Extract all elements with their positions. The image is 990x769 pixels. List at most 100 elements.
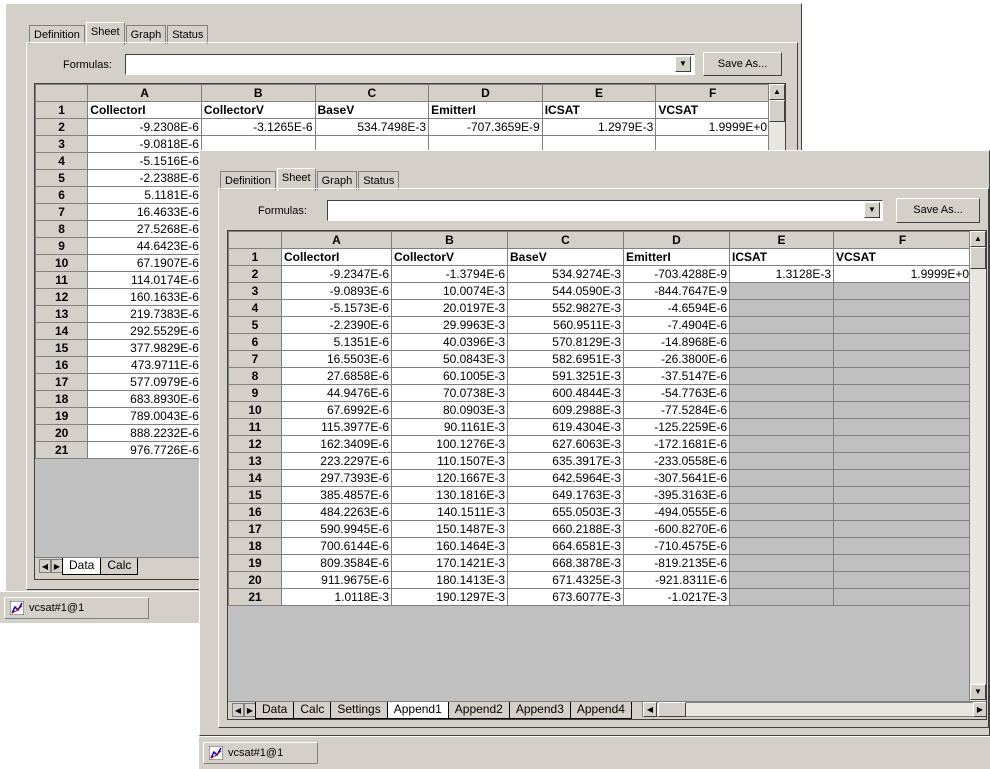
cell[interactable]: -3.1265E-6 [200,118,316,136]
cell[interactable] [729,316,834,334]
row-header[interactable]: 5 [228,316,282,334]
cell[interactable]: 162.3409E-6 [281,435,392,453]
cell[interactable]: -2.2390E-6 [281,316,392,334]
cell[interactable]: 544.0590E-3 [507,282,624,300]
scroll-thumb[interactable] [970,247,986,269]
cell[interactable] [729,571,834,589]
row-header[interactable]: 6 [35,186,89,204]
row-header[interactable]: 7 [228,350,282,368]
row-header[interactable]: 16 [35,356,89,374]
cell[interactable]: 5.1351E-6 [281,333,392,351]
cell[interactable]: 560.9511E-3 [507,316,624,334]
cell[interactable]: -600.8270E-6 [623,520,730,538]
cell[interactable]: 590.9945E-6 [281,520,392,538]
cell[interactable]: CollectorV [391,248,508,266]
row-header[interactable]: 5 [35,169,89,187]
cell[interactable]: 67.1907E-6 [87,254,202,272]
horizontal-scrollbar[interactable]: ◀ ▶ [641,702,986,717]
cell[interactable]: 44.9476E-6 [281,384,392,402]
cell[interactable]: 80.0903E-3 [391,401,508,419]
column-header[interactable]: C [507,231,624,249]
cell[interactable]: 100.1276E-3 [391,435,508,453]
row-header[interactable]: 17 [228,520,282,538]
column-header[interactable]: F [833,231,972,249]
cell[interactable]: 642.5964E-3 [507,469,624,487]
row-header[interactable]: 18 [35,390,89,408]
cell[interactable] [729,350,834,368]
sheet-tab-append4[interactable]: Append4 [569,702,632,719]
cell[interactable] [729,367,834,385]
column-header[interactable]: A [281,231,392,249]
cell[interactable]: 1.9999E+0 [655,118,770,136]
cell[interactable] [833,486,972,504]
row-header[interactable]: 10 [35,254,89,272]
row-header[interactable]: 9 [228,384,282,402]
cell[interactable]: 70.0738E-3 [391,384,508,402]
cell[interactable]: -14.8968E-6 [623,333,730,351]
row-header[interactable]: 6 [228,333,282,351]
row-header[interactable]: 7 [35,203,89,221]
column-header[interactable]: D [428,84,543,102]
sheet-tab-data[interactable]: Data [255,702,295,719]
scroll-up-button[interactable]: ▲ [970,231,986,247]
cell[interactable]: 577.0979E-6 [87,373,202,391]
cell[interactable]: 664.6581E-3 [507,537,624,555]
cell[interactable]: -707.3659E-9 [428,118,543,136]
row-header[interactable]: 1 [228,248,282,266]
taskbar-item-vcsat[interactable]: vcsat#1@1 [203,742,318,764]
cell[interactable]: 570.8129E-3 [507,333,624,351]
row-header[interactable]: 11 [228,418,282,436]
cell[interactable]: -819.2135E-6 [623,554,730,572]
cell[interactable]: 60.1005E-3 [391,367,508,385]
cell[interactable]: 27.5268E-6 [87,220,202,238]
scroll-thumb[interactable] [769,100,785,122]
front-vertical-scrollbar[interactable]: ▲ ▼ [969,231,986,701]
row-header[interactable]: 16 [228,503,282,521]
formulas-dropdown-button[interactable]: ▼ [864,202,880,218]
cell[interactable]: EmitterI [428,101,543,119]
cell[interactable]: 50.0843E-3 [391,350,508,368]
row-header[interactable]: 19 [35,407,89,425]
cell[interactable]: 534.7498E-3 [314,118,430,136]
cell[interactable] [833,588,972,606]
cell[interactable] [729,452,834,470]
cell[interactable] [729,537,834,555]
cell[interactable]: BaseV [507,248,624,266]
cell[interactable]: -9.0893E-6 [281,282,392,300]
cell[interactable]: BaseV [314,101,430,119]
corner-cell[interactable] [35,84,89,102]
cell[interactable]: 20.0197E-3 [391,299,508,317]
cell[interactable]: -54.7763E-6 [623,384,730,402]
cell[interactable] [833,537,972,555]
cell[interactable] [833,452,972,470]
save-as-button[interactable]: Save As... [703,52,782,76]
cell[interactable] [833,571,972,589]
cell[interactable]: -125.2259E-6 [623,418,730,436]
cell[interactable]: 29.9963E-3 [391,316,508,334]
cell[interactable]: 150.1487E-3 [391,520,508,538]
cell[interactable] [729,588,834,606]
cell[interactable]: 292.5529E-6 [87,322,202,340]
cell[interactable] [729,520,834,538]
cell[interactable]: 683.8930E-6 [87,390,202,408]
sheet-tab-calc[interactable]: Calc [100,558,139,575]
row-header[interactable]: 2 [228,265,282,283]
cell[interactable]: 673.6077E-3 [507,588,624,606]
cell[interactable]: -26.3800E-6 [623,350,730,368]
cell[interactable]: ICSAT [729,248,834,266]
cell[interactable]: 635.3917E-3 [507,452,624,470]
cell[interactable]: 140.1511E-3 [391,503,508,521]
cell[interactable] [729,469,834,487]
formulas-input[interactable] [125,54,695,75]
cell[interactable] [729,384,834,402]
save-as-button[interactable]: Save As... [896,198,980,223]
column-header[interactable]: C [314,84,430,102]
cell[interactable]: 976.7726E-6 [87,441,202,459]
sheet-tab-append1[interactable]: Append1 [386,702,449,719]
row-header[interactable]: 1 [35,101,89,119]
cell[interactable]: 377.9829E-6 [87,339,202,357]
row-header[interactable]: 20 [35,424,89,442]
cell[interactable]: -7.4904E-6 [623,316,730,334]
cell[interactable]: -9.2308E-6 [87,118,202,136]
cell[interactable]: 160.1464E-3 [391,537,508,555]
